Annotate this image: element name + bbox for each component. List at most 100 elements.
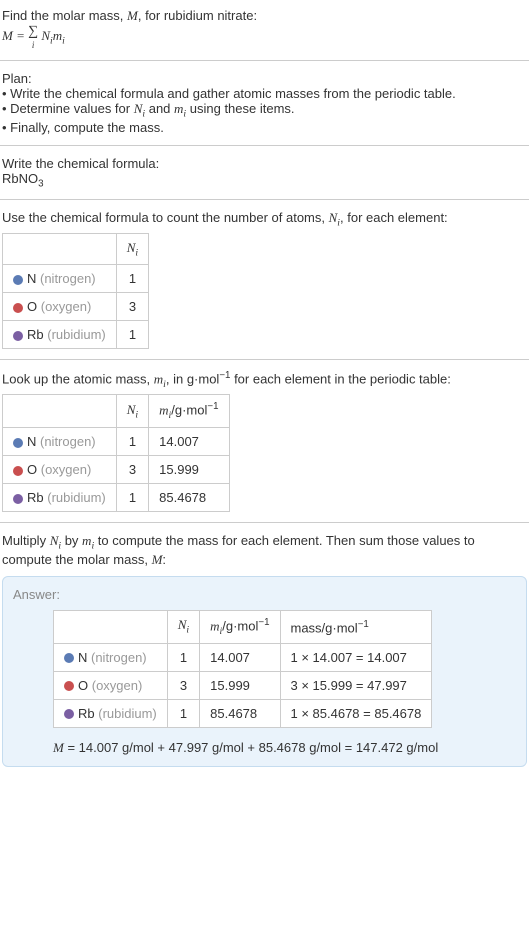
element-name: (nitrogen)	[36, 271, 95, 286]
formula-main: RbNO	[2, 171, 38, 186]
sub-i: i	[62, 36, 65, 47]
m-value: 14.007	[200, 643, 280, 671]
divider	[0, 60, 529, 61]
calc-value: 3 × 15.999 = 47.997	[280, 671, 432, 699]
molar-mass-formula: M = ∑i Nimi	[2, 24, 527, 50]
element-cell: N (nitrogen)	[3, 428, 117, 456]
m-value: 15.999	[200, 671, 280, 699]
chemical-formula-section: Write the chemical formula: RbNO3	[0, 152, 529, 194]
text: , for rubidium nitrate:	[138, 8, 257, 23]
symbol: O	[78, 678, 88, 693]
plan-section: Plan: • Write the chemical formula and g…	[0, 67, 529, 139]
m-value: 15.999	[149, 456, 229, 484]
n-header: Ni	[116, 395, 148, 428]
eq: =	[13, 28, 28, 43]
element-dot-icon	[13, 331, 23, 341]
symbol: N	[27, 271, 36, 286]
m-header: mi/g·mol−1	[149, 395, 229, 428]
var-m: M	[127, 8, 138, 23]
mass-header: mass/g·mol−1	[280, 610, 432, 643]
empty-header	[3, 233, 117, 265]
var: m	[174, 101, 183, 116]
final-equation: M = 14.007 g/mol + 47.997 g/mol + 85.467…	[53, 740, 516, 756]
element-cell: O (oxygen)	[3, 293, 117, 321]
text: by	[61, 533, 82, 548]
element-cell: O (oxygen)	[54, 671, 168, 699]
count-table: Ni N (nitrogen) 1 O (oxygen) 3 Rb (rubid…	[2, 233, 149, 350]
m-value: 14.007	[149, 428, 229, 456]
empty-header	[54, 610, 168, 643]
n-value: 1	[116, 265, 148, 293]
multiply-section: Multiply Ni by mi to compute the mass fo…	[0, 529, 529, 572]
m: m	[53, 28, 62, 43]
n-value: 3	[116, 293, 148, 321]
symbol: Rb	[27, 327, 44, 342]
count-text: Use the chemical formula to count the nu…	[2, 210, 527, 229]
text: , in g·mol	[166, 372, 219, 387]
exp: −1	[219, 370, 230, 381]
table-header-row: Ni	[3, 233, 149, 265]
table-row: Rb (rubidium) 1 85.4678 1 × 85.4678 = 85…	[54, 699, 432, 727]
text: Find the molar mass,	[2, 8, 127, 23]
mass-table: Ni mi/g·mol−1 N (nitrogen) 1 14.007 O (o…	[2, 394, 230, 512]
element-dot-icon	[13, 303, 23, 313]
text: • Determine values for	[2, 101, 134, 116]
text: and	[145, 101, 174, 116]
element-dot-icon	[13, 275, 23, 285]
n-value: 1	[167, 643, 199, 671]
intro-section: Find the molar mass, M, for rubidium nit…	[0, 4, 529, 54]
table-header-row: Ni mi/g·mol−1 mass/g·mol−1	[54, 610, 432, 643]
divider	[0, 522, 529, 523]
element-dot-icon	[13, 438, 23, 448]
element-dot-icon	[64, 681, 74, 691]
m-value: 85.4678	[200, 699, 280, 727]
n: N	[41, 28, 50, 43]
divider	[0, 199, 529, 200]
plan-bullet: • Determine values for Ni and mi using t…	[2, 101, 527, 120]
element-name: (oxygen)	[88, 678, 142, 693]
mass-section: Look up the atomic mass, mi, in g·mol−1 …	[0, 366, 529, 516]
empty-header	[3, 395, 117, 428]
answer-label: Answer:	[13, 587, 516, 602]
multiply-text: Multiply Ni by mi to compute the mass fo…	[2, 533, 527, 568]
symbol: N	[78, 650, 87, 665]
element-name: (oxygen)	[37, 299, 91, 314]
plan-bullet: • Finally, compute the mass.	[2, 120, 527, 135]
element-dot-icon	[13, 466, 23, 476]
n-value: 1	[116, 484, 148, 512]
element-cell: O (oxygen)	[3, 456, 117, 484]
formula-sub: 3	[38, 178, 43, 189]
element-name: (oxygen)	[37, 462, 91, 477]
element-name: (nitrogen)	[36, 434, 95, 449]
var: M	[53, 740, 64, 755]
calc-value: 1 × 14.007 = 14.007	[280, 643, 432, 671]
n-header: Ni	[116, 233, 148, 265]
element-cell: N (nitrogen)	[54, 643, 168, 671]
table-row: N (nitrogen) 1 14.007	[3, 428, 230, 456]
element-cell: Rb (rubidium)	[3, 321, 117, 349]
table-row: Rb (rubidium) 1	[3, 321, 149, 349]
count-section: Use the chemical formula to count the nu…	[0, 206, 529, 353]
m-header: mi/g·mol−1	[200, 610, 280, 643]
divider	[0, 359, 529, 360]
text: Use the chemical formula to count the nu…	[2, 210, 329, 225]
n-value: 3	[167, 671, 199, 699]
element-cell: Rb (rubidium)	[3, 484, 117, 512]
element-dot-icon	[13, 494, 23, 504]
table-row: N (nitrogen) 1	[3, 265, 149, 293]
text: Look up the atomic mass,	[2, 372, 154, 387]
chemical-formula: RbNO3	[2, 171, 527, 190]
element-name: (rubidium)	[44, 490, 106, 505]
answer-box: Answer: Ni mi/g·mol−1 mass/g·mol−1 N (ni…	[2, 576, 527, 767]
section-title: Write the chemical formula:	[2, 156, 527, 171]
element-cell: N (nitrogen)	[3, 265, 117, 293]
n-value: 3	[116, 456, 148, 484]
calc-value: 1 × 85.4678 = 85.4678	[280, 699, 432, 727]
m-value: 85.4678	[149, 484, 229, 512]
element-name: (rubidium)	[44, 327, 106, 342]
n-value: 1	[116, 428, 148, 456]
n-header: Ni	[167, 610, 199, 643]
table-row: N (nitrogen) 1 14.007 1 × 14.007 = 14.00…	[54, 643, 432, 671]
n-value: 1	[116, 321, 148, 349]
sigma: ∑	[28, 24, 38, 40]
